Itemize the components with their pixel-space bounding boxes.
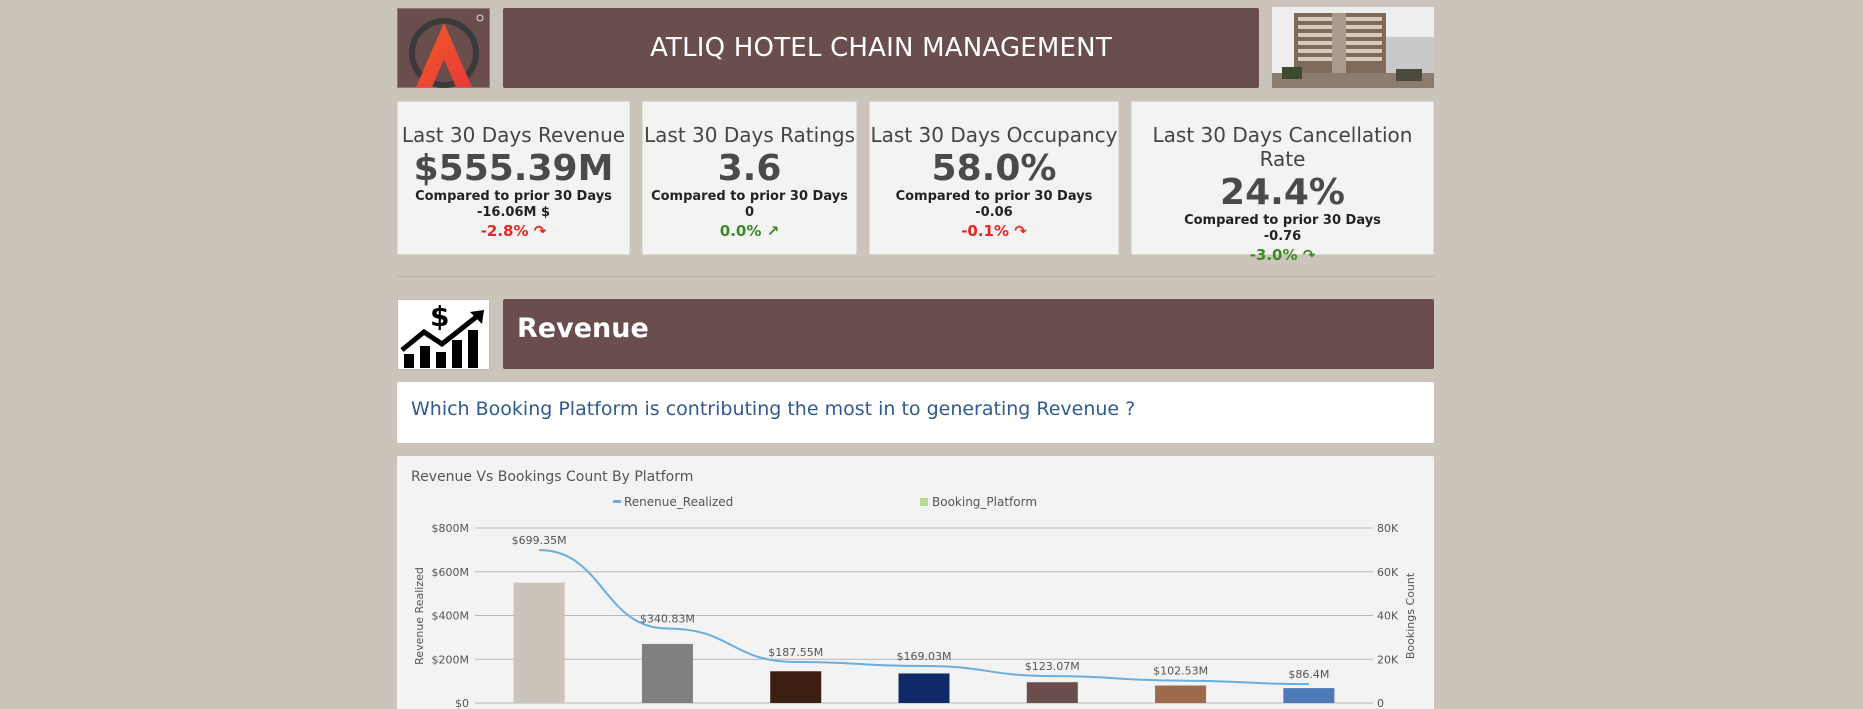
revenue-growth-icon: $	[397, 299, 490, 370]
revenue-bookings-chart: $0 0 $200M 20K $400M 40K $600M 60K $800M 80K Reven…	[413, 495, 1417, 709]
kpi-pct-change: 0.0% ↗	[719, 222, 780, 240]
y-tick-label: $200M	[432, 653, 470, 666]
section-title: Revenue	[517, 313, 649, 344]
revenue-chart-card: Revenue Vs Bookings Count By Platform $0…	[397, 456, 1434, 709]
page-title: ATLIQ HOTEL CHAIN MANAGEMENT	[650, 33, 1112, 63]
data-label: $102.53M	[1153, 665, 1208, 678]
hotel-building-image	[1272, 7, 1434, 88]
y2-tick-label: 20K	[1377, 653, 1399, 666]
header-bar: ATLIQ HOTEL CHAIN MANAGEMENT	[503, 8, 1259, 88]
data-label: $169.03M	[897, 650, 952, 663]
kpi-card-occupancy: Last 30 Days Occupancy 58.0% Compared to…	[869, 101, 1119, 255]
bar	[1283, 688, 1335, 703]
bar	[770, 671, 822, 703]
kpi-title: Last 30 Days Cancellation Rate	[1152, 123, 1413, 171]
kpi-compare-label: Compared to prior 30 Days	[415, 189, 612, 204]
y2-tick-label: 40K	[1377, 610, 1399, 623]
kpi-compare-label: Compared to prior 30 Days	[1184, 213, 1381, 228]
y-tick-label: $400M	[432, 610, 470, 623]
legend-swatch-revenue	[613, 500, 621, 503]
question-box: Which Booking Platform is contributing t…	[397, 382, 1434, 443]
kpi-diff: 0	[744, 205, 755, 220]
legend-swatch-platform	[920, 498, 928, 506]
kpi-compare-label: Compared to prior 30 Days	[651, 189, 848, 204]
kpi-pct-change: -2.8% ↷	[480, 222, 547, 240]
kpi-value: 24.4%	[1220, 172, 1345, 213]
bar	[898, 673, 950, 703]
data-label: $187.55M	[768, 646, 823, 659]
legend-label-platform: Booking_Platform	[932, 495, 1037, 509]
data-label: $123.07M	[1025, 660, 1080, 673]
kpi-value: 3.6	[717, 148, 782, 189]
data-label: $86.4M	[1288, 668, 1329, 681]
kpi-card-cancellation-rate: Last 30 Days Cancellation Rate 24.4% Com…	[1131, 101, 1434, 264]
kpi-diff: -16.06M $	[476, 205, 551, 220]
section-divider	[397, 276, 1434, 277]
atliq-logo-icon	[409, 14, 484, 88]
y-tick-label: $800M	[432, 522, 470, 535]
kpi-diff: -0.76	[1263, 229, 1302, 244]
kpi-pct-change: -0.1% ↷	[961, 222, 1027, 240]
y2-tick-label: 80K	[1377, 522, 1399, 535]
kpi-title: Last 30 Days Revenue	[401, 123, 626, 147]
y-tick-label: $600M	[432, 566, 470, 579]
bar	[1026, 682, 1078, 703]
bar	[1155, 685, 1207, 703]
kpi-pct-change: -3.0% ↷	[1249, 246, 1316, 264]
bar	[641, 643, 693, 703]
svg-text:$: $	[430, 300, 449, 333]
question-text: Which Booking Platform is contributing t…	[411, 398, 1136, 420]
y2-tick-label: 0	[1377, 697, 1384, 709]
kpi-value: $555.39M	[413, 148, 614, 189]
kpi-title: Last 30 Days Ratings	[644, 123, 855, 147]
kpi-title: Last 30 Days Occupancy	[870, 123, 1118, 147]
y-axis-title: Revenue Realized	[413, 567, 426, 665]
revenue-section-header: Revenue	[503, 299, 1434, 369]
y2-axis-title: Bookings Count	[1404, 572, 1417, 659]
y-tick-label: $0	[455, 697, 469, 709]
atliq-logo	[397, 8, 490, 88]
data-label: $699.35M	[512, 534, 567, 547]
y2-tick-label: 60K	[1377, 566, 1399, 579]
kpi-diff: -0.06	[975, 205, 1013, 220]
kpi-compare-label: Compared to prior 30 Days	[895, 189, 1093, 204]
kpi-card-ratings: Last 30 Days Ratings 3.6 Compared to pri…	[642, 101, 857, 255]
legend-label-revenue: Renenue_Realized	[624, 495, 733, 509]
bar	[513, 582, 565, 703]
data-label: $340.83M	[640, 612, 695, 625]
kpi-value: 58.0%	[931, 148, 1057, 189]
kpi-card-revenue: Last 30 Days Revenue $555.39M Compared t…	[397, 101, 630, 255]
